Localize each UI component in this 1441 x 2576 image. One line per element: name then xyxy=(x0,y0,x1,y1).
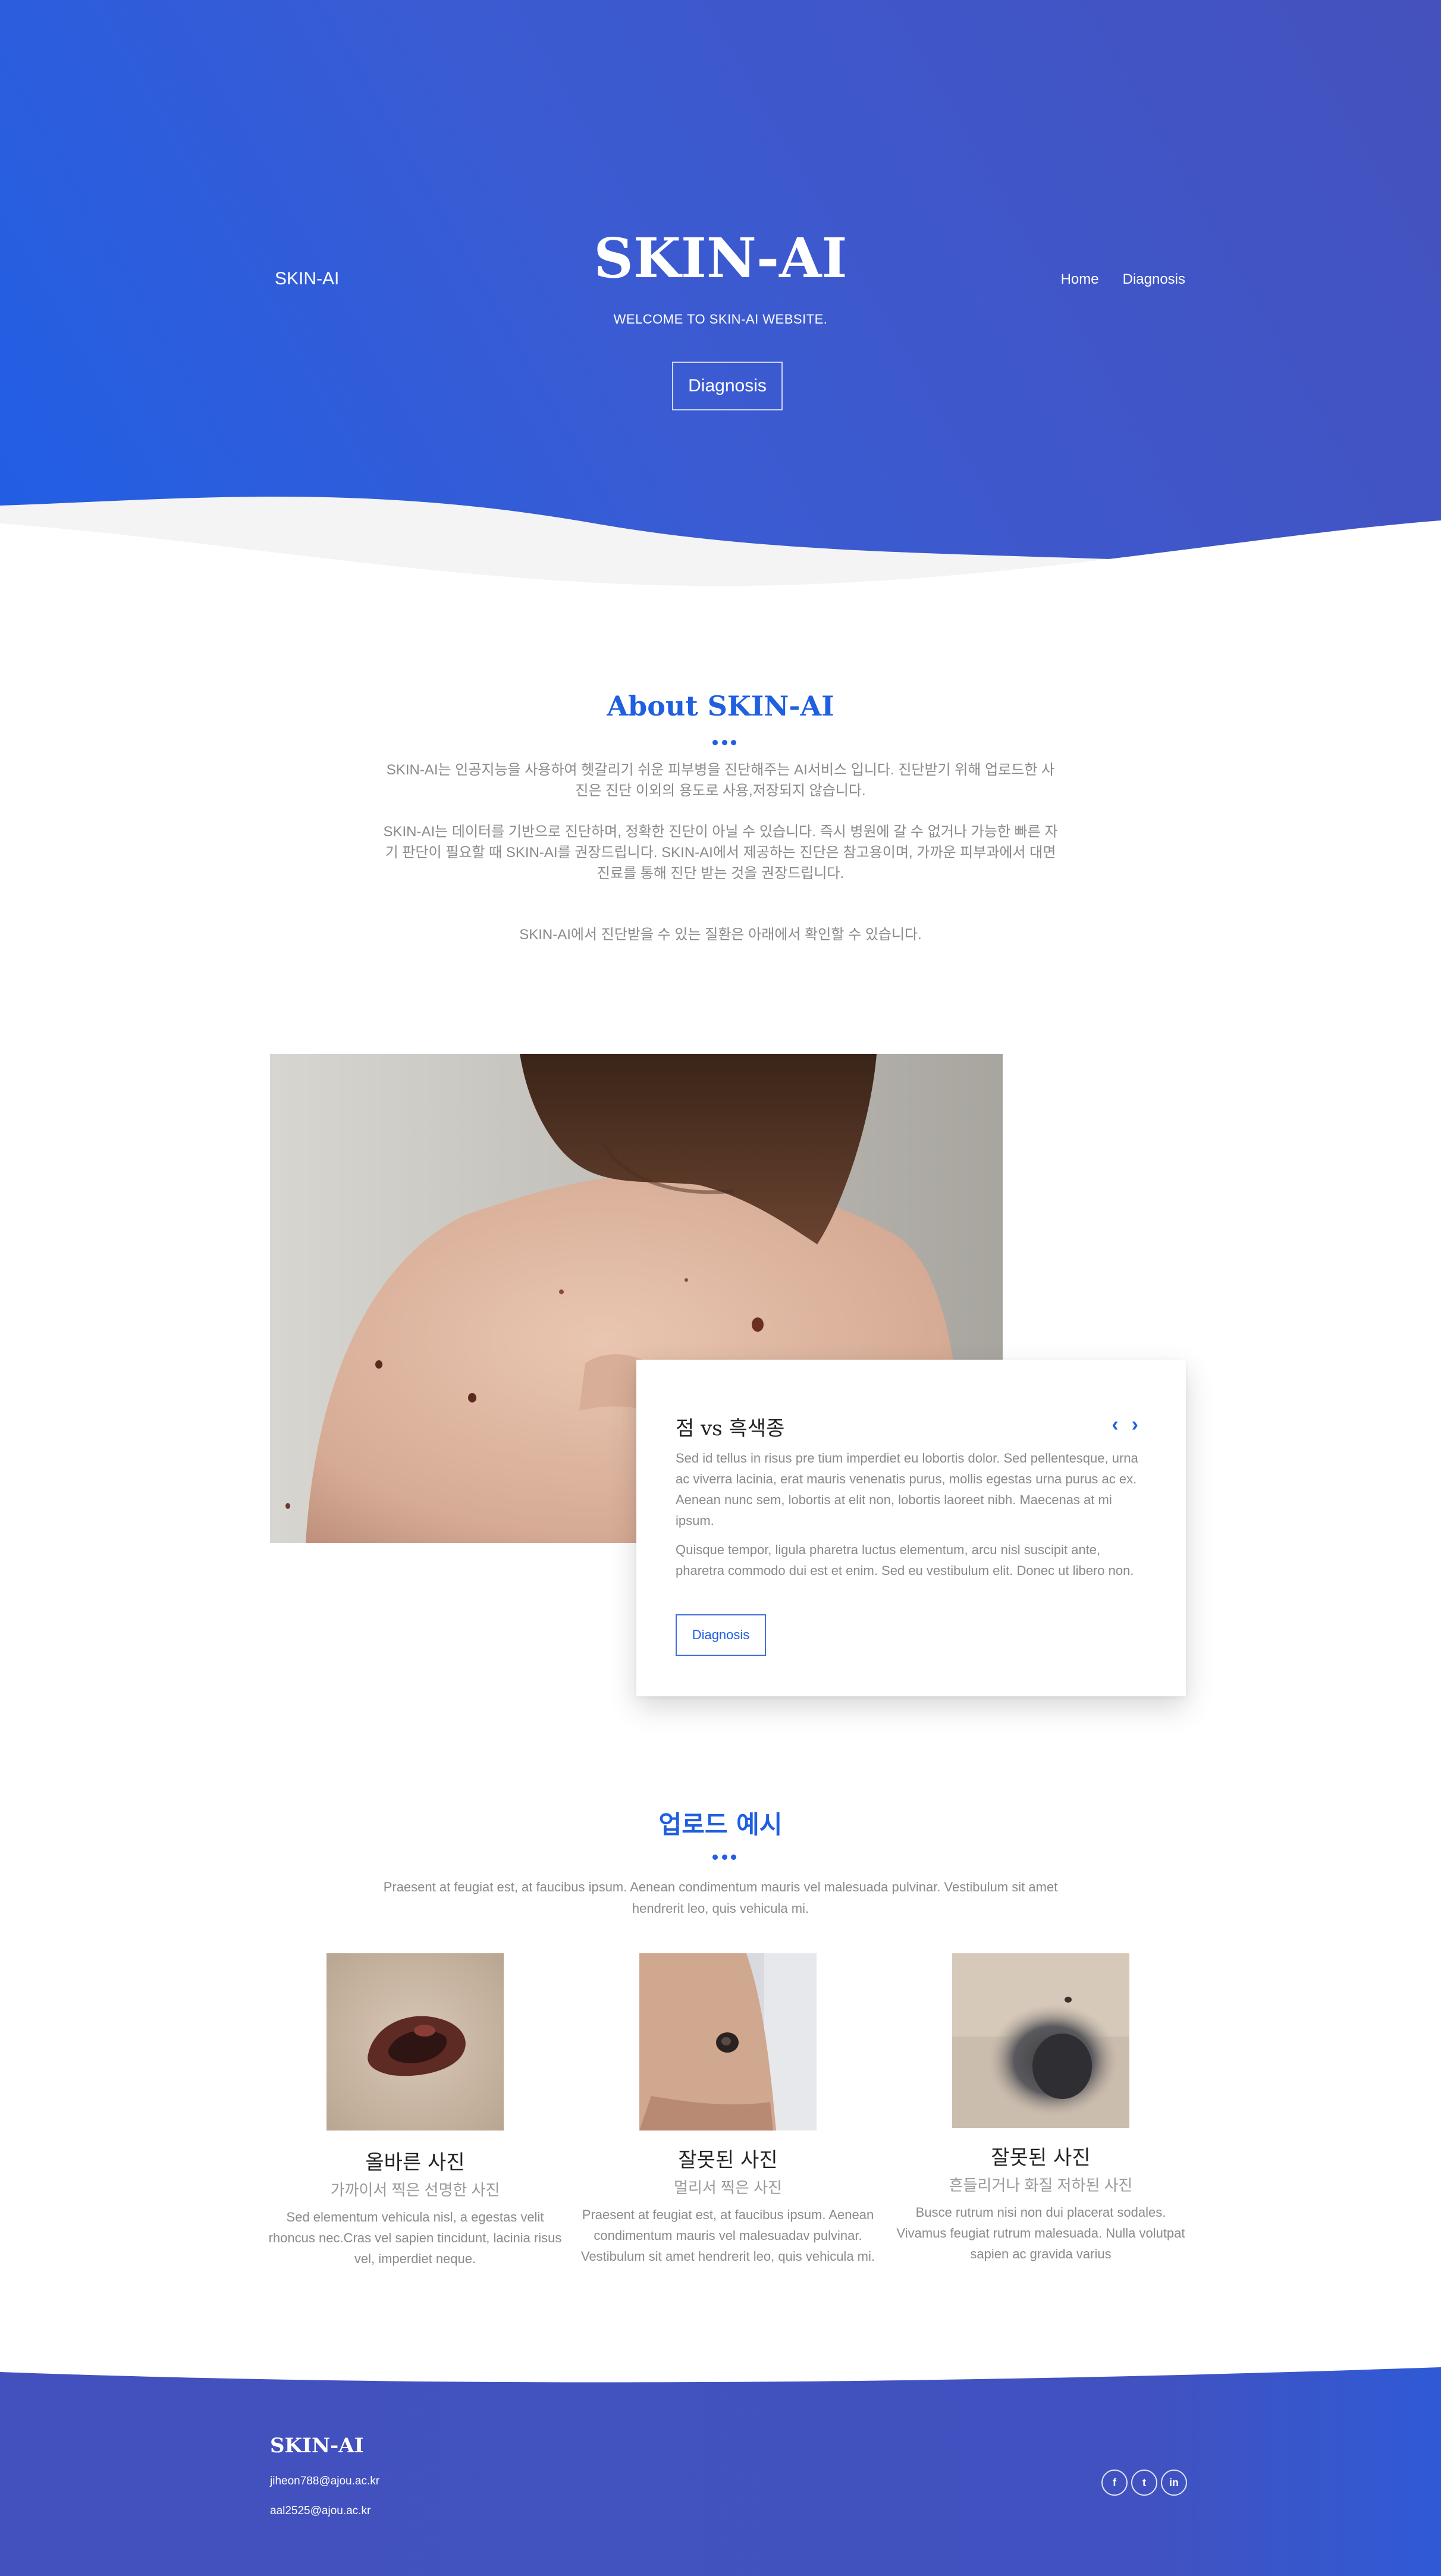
about-title: About SKIN-AI xyxy=(607,690,834,722)
hero-wave xyxy=(0,497,1441,630)
about-paragraph-3: SKIN-AI에서 진단받을 수 있는 질환은 아래에서 확인할 수 있습니다. xyxy=(519,927,922,943)
example-text: Sed elementum vehicula nisl, a egestas v… xyxy=(268,2210,562,2266)
social-links: f t in xyxy=(1101,2470,1187,2496)
example-title: 잘못된 사진 xyxy=(991,2146,1091,2170)
examples-intro: Praesent at feugiat est, at faucibus ips… xyxy=(383,1880,1058,1916)
info-card: 점 vs 흑색종 ‹ › Sed id tellus in risus pre … xyxy=(636,1360,1186,1696)
about-paragraph-2: SKIN-AI는 데이터를 기반으로 진단하며, 정확한 진단이 아닐 수 있습… xyxy=(383,824,1058,881)
examples-divider-dots xyxy=(712,1855,736,1860)
hero-section: SKIN-AI Home Diagnosis SKIN-AI WELCOME T… xyxy=(0,0,1441,630)
card-diagnosis-button[interactable]: Diagnosis xyxy=(676,1614,766,1656)
example-text: Praesent at feugiat est, at faucibus ips… xyxy=(580,2207,875,2264)
example-subtitle: 흔들리거나 화질 저하된 사진 xyxy=(949,2176,1133,2194)
example-subtitle: 멀리서 찍은 사진 xyxy=(674,2179,782,2197)
example-title: 잘못된 사진 xyxy=(678,2148,778,2172)
facebook-icon[interactable]: f xyxy=(1101,2470,1128,2496)
chevron-left-icon[interactable]: ‹ xyxy=(1112,1414,1118,1435)
hero-subtitle: WELCOME TO SKIN-AI WEBSITE. xyxy=(613,312,828,327)
linkedin-icon[interactable]: in xyxy=(1161,2470,1187,2496)
example-image-blurry xyxy=(952,1953,1129,2128)
example-title: 올바른 사진 xyxy=(365,2151,465,2175)
card-title: 점 vs 흑색종 xyxy=(676,1417,785,1441)
footer-email-2[interactable]: aal2525@ajou.ac.kr xyxy=(270,2505,371,2518)
example-text: Busce rutrum nisi non dui placerat sodal… xyxy=(896,2205,1185,2261)
footer-brand: SKIN-AI xyxy=(270,2434,364,2458)
card-carousel-controls: ‹ › xyxy=(1112,1414,1138,1435)
hero-diagnosis-button[interactable]: Diagnosis xyxy=(672,362,783,410)
twitter-icon[interactable]: t xyxy=(1131,2470,1157,2496)
chevron-right-icon[interactable]: › xyxy=(1132,1414,1138,1435)
footer xyxy=(0,2367,1441,2576)
about-paragraph-1: SKIN-AI는 인공지능을 사용하여 헷갈리기 쉬운 피부병을 진단해주는 A… xyxy=(386,762,1055,799)
example-subtitle: 가까이서 찍은 선명한 사진 xyxy=(330,2181,500,2199)
footer-email-1[interactable]: jiheon788@ajou.ac.kr xyxy=(270,2475,379,2488)
example-image-far xyxy=(639,1953,817,2131)
card-paragraph-2: Quisque tempor, ligula pharetra luctus e… xyxy=(676,1542,1134,1578)
hero-title: SKIN-AI xyxy=(594,226,847,290)
footer-wave xyxy=(0,2367,1441,2576)
about-divider-dots xyxy=(712,740,736,745)
examples-title: 업로드 예시 xyxy=(658,1810,783,1839)
example-image-correct xyxy=(326,1953,504,2131)
card-paragraph-1: Sed id tellus in risus pre tium imperdie… xyxy=(676,1451,1138,1528)
